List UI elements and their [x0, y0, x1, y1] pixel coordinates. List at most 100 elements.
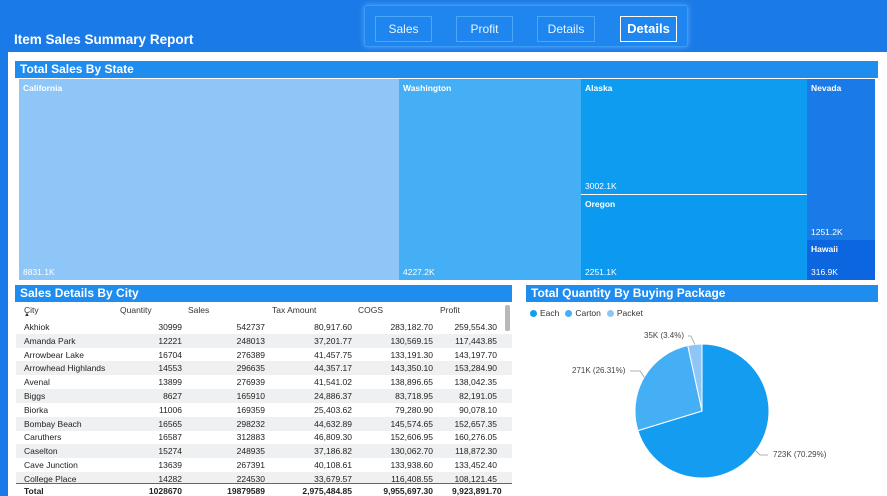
treemap-tile-label: Hawaii [811, 244, 838, 254]
table-cell: Cave Junction [24, 460, 78, 470]
table-cell: Arrowbear Lake [24, 349, 85, 360]
table-row[interactable]: Akhiok 30999 542737 80,917.60 283,182.70 259,… [16, 320, 512, 334]
nav-details-active-button[interactable]: Details [620, 16, 677, 42]
table-cell: 30999 [158, 322, 182, 332]
table-cell: 8627 [163, 391, 182, 401]
table-row[interactable]: Arrowhead Highlands 14553 296635 44,357.17 1… [16, 361, 512, 376]
column-header[interactable]: Quantity [120, 305, 152, 315]
table-cell: 130,062.70 [390, 446, 433, 457]
table-cell: 37,186.82 [314, 446, 352, 457]
table-row[interactable]: Biggs 8627 165910 24,886.37 83,718.95 82,191.… [16, 389, 512, 403]
table-header: City Quantity Sales Tax Amount COGS Profit ▲ [16, 303, 512, 318]
legend-item-carton[interactable]: Carton [565, 308, 601, 318]
table-cell: 143,197.70 [454, 349, 497, 360]
table-row[interactable]: Caruthers 16587 312883 46,809.30 152,606.95 1… [16, 430, 512, 444]
legend-marker [530, 310, 537, 317]
treemap-tile-label: Nevada [811, 83, 842, 93]
table-cell: Avenal [24, 377, 50, 388]
table-cell: 16565 [158, 418, 182, 429]
column-header[interactable]: Tax Amount [272, 305, 316, 315]
table-cell: 11006 [158, 404, 182, 415]
table-cell: Arrowhead Highlands [24, 363, 106, 374]
pie-title: Total Quantity By Buying Package [526, 285, 878, 302]
table-cell: 160,276.05 [454, 432, 497, 443]
table-row[interactable]: Cave Junction 13639 267391 40,108.61 133,938… [16, 458, 512, 472]
table-cell: 542737 [236, 322, 265, 332]
nav-sales-button[interactable]: Sales [375, 16, 432, 42]
table-cell: 16587 [158, 432, 182, 443]
table-cell: 46,809.30 [314, 432, 352, 443]
table-cell: 2,975,484.85 [302, 486, 352, 496]
treemap-tile-value: 316.9K [811, 267, 838, 277]
table-cell: 276939 [236, 377, 265, 388]
table-cell: 40,108.61 [314, 460, 352, 470]
table-cell: 41,541.02 [314, 377, 352, 388]
treemap-tile-hawaii[interactable]: Hawaii 316.9K [807, 240, 876, 281]
table-row[interactable]: Caselton 15274 248935 37,186.82 130,062.70 11… [16, 444, 512, 459]
treemap-tile-washington[interactable]: Washington 4227.2K [399, 79, 582, 281]
treemap-tile-label: Alaska [585, 83, 613, 93]
nav-details-button[interactable]: Details [537, 16, 595, 42]
treemap-tile-value: 2251.1K [585, 267, 617, 277]
column-header[interactable]: COGS [358, 305, 383, 315]
table-row[interactable]: Amanda Park 12221 248013 37,201.77 130,569.1… [16, 333, 512, 348]
table-cell: 13639 [158, 460, 182, 470]
treemap-tile-california[interactable]: California 8831.1K [19, 79, 400, 281]
table-cell: 298232 [236, 418, 265, 429]
report-title: Item Sales Summary Report [14, 32, 194, 47]
table-cell: 24,886.37 [314, 391, 352, 401]
table-cell: 152,657.35 [454, 418, 497, 429]
table-cell: Biorka [24, 404, 49, 415]
navigation-bar: Sales Profit Details Details [364, 5, 688, 47]
table-cell: 312883 [236, 432, 265, 443]
pie-data-label-packet: 35K (3.4%) [644, 331, 685, 340]
table-row[interactable]: Bombay Beach 16565 298232 44,632.89 145,574.… [16, 416, 512, 431]
column-header[interactable]: Profit [440, 305, 460, 315]
table-cell: 9,955,697.30 [383, 486, 433, 496]
table-row[interactable]: Biorka 11006 169359 25,403.62 79,280.90 90,07… [16, 403, 512, 417]
table-cell: 138,896.65 [390, 377, 433, 388]
sort-ascending-icon[interactable]: ▲ [24, 312, 30, 318]
legend-label: Packet [616, 308, 643, 318]
pie-data-label-each: 723K (70.29%) [773, 450, 827, 459]
table-cell: 133,452.40 [454, 460, 497, 470]
left-strip [0, 52, 8, 496]
treemap-tile-value: 8831.1K [23, 267, 55, 277]
table-cell: 80,917.60 [314, 322, 352, 332]
table-cell: Caruthers [24, 432, 62, 443]
legend-label: Carton [575, 308, 601, 318]
table-cell: 1028670 [148, 486, 182, 496]
table-cell: 276389 [236, 349, 265, 360]
table-cell: Biggs [24, 391, 46, 401]
table-cell: 133,938.60 [390, 460, 433, 470]
nav-profit-button[interactable]: Profit [456, 16, 513, 42]
table-cell: Akhiok [24, 322, 50, 332]
legend-item-each[interactable]: Each [530, 308, 559, 318]
column-header[interactable]: Sales [188, 305, 209, 315]
treemap-tile-value: 1251.2K [811, 227, 843, 237]
table-cell: 138,042.35 [454, 377, 497, 388]
treemap-tile-oregon[interactable]: Oregon 2251.1K [581, 195, 808, 281]
treemap-tile-label: California [23, 83, 63, 93]
treemap-tile-nevada[interactable]: Nevada 1251.2K [807, 79, 876, 241]
table-cell: Bombay Beach [24, 418, 82, 429]
table-cell: Amanda Park [24, 335, 76, 346]
table-row[interactable]: Avenal 13899 276939 41,541.02 138,896.65 138,… [16, 375, 512, 389]
pie-legend: Each Carton Packet [530, 308, 649, 318]
treemap-tile-value: 4227.2K [403, 267, 435, 277]
table-scrollbar[interactable] [505, 305, 510, 331]
table-row[interactable]: Arrowbear Lake 16704 276389 41,457.75 133,19… [16, 348, 512, 362]
sales-details-table: City Quantity Sales Tax Amount COGS Profit ▲ Ak… [16, 303, 512, 496]
table-cell: 90,078.10 [459, 404, 497, 415]
table-cell: 44,632.89 [314, 418, 352, 429]
table-cell: 259,554.30 [454, 322, 497, 332]
table-cell: 130,569.15 [390, 335, 433, 346]
table-cell: 296635 [236, 363, 265, 374]
table-cell: 25,403.62 [314, 404, 352, 415]
table-cell: 14553 [158, 363, 182, 374]
legend-item-packet[interactable]: Packet [606, 308, 643, 318]
table-cell: 283,182.70 [390, 322, 433, 332]
treemap-tile-alaska[interactable]: Alaska 3002.1K [581, 79, 808, 195]
table-cell: 83,718.95 [395, 391, 433, 401]
table-cell: 41,457.75 [314, 349, 352, 360]
